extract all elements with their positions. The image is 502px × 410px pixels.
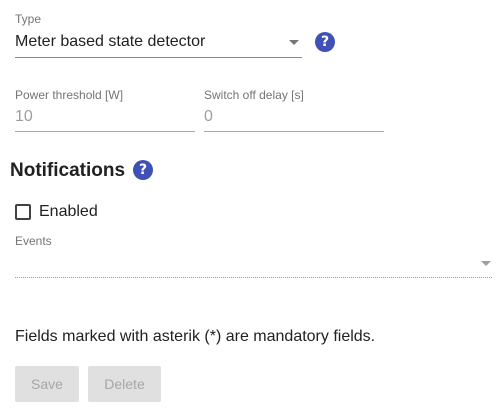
state-detector-form: Type Meter based state detector ? Power … bbox=[0, 0, 502, 410]
switch-off-delay-underline bbox=[204, 131, 384, 132]
events-chevron-down-icon[interactable] bbox=[481, 261, 491, 266]
switch-off-delay-input[interactable]: 0 bbox=[204, 107, 213, 127]
notifications-title: Notifications bbox=[10, 160, 126, 181]
power-threshold-input[interactable]: 10 bbox=[15, 107, 33, 127]
type-label: Type bbox=[15, 12, 42, 26]
events-select-underline bbox=[15, 277, 492, 278]
type-help-icon[interactable]: ? bbox=[315, 32, 335, 52]
save-button[interactable]: Save bbox=[15, 366, 79, 402]
power-threshold-label: Power threshold [W] bbox=[15, 88, 124, 102]
power-threshold-underline bbox=[15, 131, 195, 132]
chevron-down-icon[interactable] bbox=[289, 40, 299, 45]
enabled-checkbox[interactable] bbox=[15, 204, 31, 220]
events-label: Events bbox=[15, 234, 52, 248]
mandatory-fields-note: Fields marked with asterik (*) are manda… bbox=[15, 328, 376, 345]
type-select-value[interactable]: Meter based state detector bbox=[15, 32, 205, 52]
enabled-checkbox-label[interactable]: Enabled bbox=[39, 202, 98, 222]
type-select-underline bbox=[15, 57, 302, 58]
notifications-help-icon[interactable]: ? bbox=[133, 160, 153, 180]
switch-off-delay-label: Switch off delay [s] bbox=[204, 88, 304, 102]
delete-button[interactable]: Delete bbox=[88, 366, 161, 402]
